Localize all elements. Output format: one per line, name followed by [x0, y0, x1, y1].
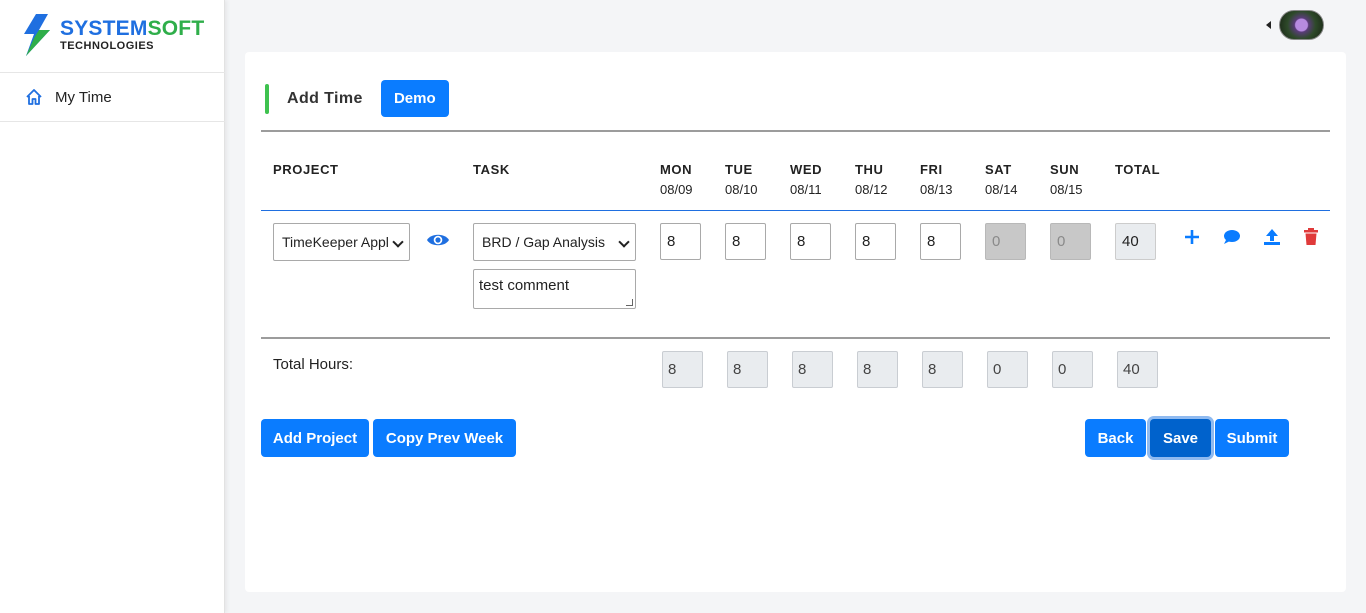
comment-textarea[interactable]: test comment: [473, 269, 636, 309]
brand-subtitle: TECHNOLOGIES: [60, 40, 155, 52]
timesheet-card: Add Time Demo PROJECT TASK MON 08/09 TUE 0…: [245, 52, 1346, 592]
column-header-wed: WED 08/11: [790, 162, 822, 197]
total-fri: 8: [922, 351, 963, 388]
plus-icon[interactable]: [1182, 227, 1202, 247]
hours-input-mon[interactable]: 8: [660, 223, 701, 260]
day-name: FRI: [920, 162, 943, 177]
divider: [261, 130, 1330, 132]
sidebar-item-my-time[interactable]: My Time: [0, 72, 225, 122]
day-name: TUE: [725, 162, 753, 177]
day-name: THU: [855, 162, 884, 177]
trash-icon[interactable]: [1301, 227, 1321, 247]
column-header-thu: THU 08/12: [855, 162, 888, 197]
row-total: 40: [1115, 223, 1156, 260]
company-logo[interactable]: SYSTEMSOFT TECHNOLOGIES: [22, 14, 204, 56]
project-select-value: TimeKeeper Appl: [282, 234, 389, 250]
total-sun: 0: [1052, 351, 1093, 388]
demo-button[interactable]: Demo: [380, 80, 449, 117]
column-header-sun: SUN 08/15: [1050, 162, 1083, 197]
logo-bolt-icon: [24, 14, 50, 56]
save-button[interactable]: Save: [1150, 419, 1211, 457]
day-date: 08/11: [790, 182, 822, 197]
sidebar: SYSTEMSOFT TECHNOLOGIES My Time: [0, 0, 225, 613]
column-header-project: PROJECT: [273, 162, 339, 177]
resize-grip-icon[interactable]: [626, 299, 633, 306]
task-select[interactable]: BRD / Gap Analysis: [473, 223, 636, 261]
column-header-mon: MON 08/09: [660, 162, 693, 197]
chevron-down-icon: [392, 236, 404, 248]
project-select[interactable]: TimeKeeper Appl: [273, 223, 410, 261]
hours-input-tue[interactable]: 8: [725, 223, 766, 260]
day-name: SUN: [1050, 162, 1080, 177]
divider: [261, 337, 1330, 339]
column-header-sat: SAT 08/14: [985, 162, 1018, 197]
caret-left-icon: [1266, 21, 1271, 29]
day-name: WED: [790, 162, 823, 177]
total-wed: 8: [792, 351, 833, 388]
comment-text: test comment: [479, 277, 570, 294]
hours-input-sat: 0: [985, 223, 1026, 260]
day-date: 08/12: [855, 182, 888, 197]
day-date: 08/09: [660, 182, 693, 197]
back-button[interactable]: Back: [1085, 419, 1146, 457]
hours-input-fri[interactable]: 8: [920, 223, 961, 260]
home-icon: [26, 89, 42, 105]
total-mon: 8: [662, 351, 703, 388]
column-header-tue: TUE 08/10: [725, 162, 758, 197]
submit-button[interactable]: Submit: [1215, 419, 1289, 457]
total-sat: 0: [987, 351, 1028, 388]
eye-icon[interactable]: [426, 230, 450, 250]
column-header-task: TASK: [473, 162, 510, 177]
hours-input-wed[interactable]: 8: [790, 223, 831, 260]
day-date: 08/14: [985, 182, 1018, 197]
total-thu: 8: [857, 351, 898, 388]
sidebar-item-label: My Time: [55, 88, 112, 106]
header-divider: [261, 210, 1330, 211]
day-name: SAT: [985, 162, 1012, 177]
column-header-total: TOTAL: [1115, 162, 1161, 177]
avatar[interactable]: [1279, 10, 1324, 40]
copy-prev-week-button[interactable]: Copy Prev Week: [373, 419, 516, 457]
brand-name-part1: SYSTEM: [60, 17, 148, 40]
card-header: Add Time Demo: [265, 80, 449, 117]
hours-input-thu[interactable]: 8: [855, 223, 896, 260]
day-date: 08/10: [725, 182, 758, 197]
user-menu[interactable]: [1266, 10, 1324, 40]
comment-icon[interactable]: [1222, 227, 1242, 247]
day-date: 08/13: [920, 182, 953, 197]
brand-name: SYSTEMSOFT: [60, 18, 204, 39]
brand-name-part2: SOFT: [147, 17, 205, 40]
chevron-down-icon: [618, 236, 630, 248]
day-name: MON: [660, 162, 693, 177]
add-project-button[interactable]: Add Project: [261, 419, 369, 457]
total-week: 40: [1117, 351, 1158, 388]
header-accent-bar: [265, 83, 269, 114]
column-header-fri: FRI 08/13: [920, 162, 953, 197]
day-date: 08/15: [1050, 182, 1083, 197]
total-hours-label: Total Hours:: [273, 356, 354, 373]
total-tue: 8: [727, 351, 768, 388]
upload-icon[interactable]: [1262, 227, 1282, 247]
hours-input-sun: 0: [1050, 223, 1091, 260]
task-select-value: BRD / Gap Analysis: [482, 234, 605, 250]
page-title: Add Time: [287, 89, 363, 107]
